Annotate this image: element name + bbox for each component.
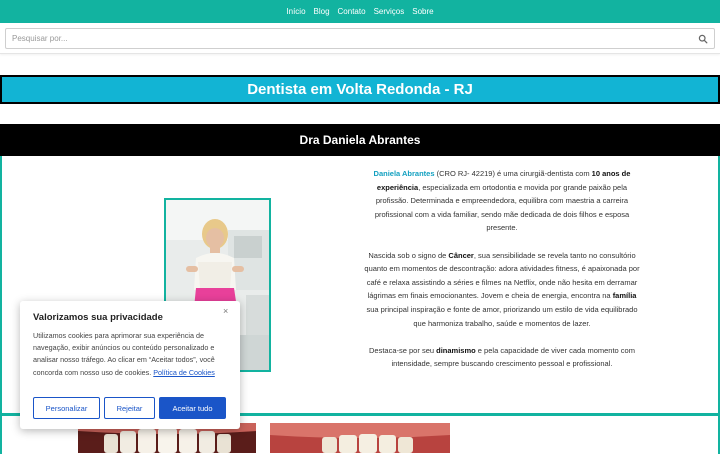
bio-text-segment: Nascida sob o signo de xyxy=(368,250,449,260)
bio-text: Daniela Abrantes (CRO RJ- 42219) é uma c… xyxy=(364,167,640,385)
top-navigation: Início Blog Contato Serviços Sobre xyxy=(0,0,720,23)
dentist-name: Daniela Abrantes xyxy=(373,169,435,178)
subtitle-banner: Dra Daniela Abrantes xyxy=(0,124,720,156)
accept-all-button[interactable]: Aceitar tudo xyxy=(159,397,226,419)
bio-highlight: dinamismo xyxy=(436,345,476,355)
nav-item-contato[interactable]: Contato xyxy=(338,7,366,16)
reject-button[interactable]: Rejeitar xyxy=(104,397,155,419)
smile-photo-2 xyxy=(270,423,450,453)
nav-item-servicos[interactable]: Serviços xyxy=(374,7,405,16)
page-title: Dentista em Volta Redonda - RJ xyxy=(247,81,473,98)
page-subtitle: Dra Daniela Abrantes xyxy=(299,133,421,147)
search-input[interactable] xyxy=(5,28,715,49)
smile-photo-2-image xyxy=(270,423,450,453)
search-bar xyxy=(0,23,720,54)
bio-text-segment: (CRO RJ- 42219) é uma cirurgiã-dentista … xyxy=(434,169,592,178)
bio-text-segment: sua principal inspiração e fonte de amor… xyxy=(366,304,638,328)
nav-item-sobre[interactable]: Sobre xyxy=(412,7,433,16)
cookie-consent-panel: Valorizamos sua privacidade × Utilizamos… xyxy=(20,301,240,429)
nav-item-blog[interactable]: Blog xyxy=(314,7,330,16)
cookie-description: Utilizamos cookies para aprimorar sua ex… xyxy=(33,330,229,379)
cookie-policy-link[interactable]: Política de Cookies xyxy=(153,368,215,377)
bio-text-segment: Destaca-se por seu xyxy=(369,345,437,355)
close-icon[interactable]: × xyxy=(223,306,228,316)
title-banner: Dentista em Volta Redonda - RJ xyxy=(0,75,720,104)
bio-highlight: Câncer xyxy=(448,250,474,260)
bio-paragraph-1: Daniela Abrantes (CRO RJ- 42219) é uma c… xyxy=(364,167,640,235)
nav-item-inicio[interactable]: Início xyxy=(286,7,305,16)
bio-highlight: família xyxy=(612,291,637,301)
search-icon[interactable] xyxy=(698,34,708,44)
cookie-title: Valorizamos sua privacidade xyxy=(33,312,163,323)
bio-paragraph-2: Nascida sob o signo de Câncer, sua sensi… xyxy=(364,249,640,331)
bio-paragraph-3: Destaca-se por seu dinamismo e pela capa… xyxy=(364,344,640,371)
customize-button[interactable]: Personalizar xyxy=(33,397,100,419)
